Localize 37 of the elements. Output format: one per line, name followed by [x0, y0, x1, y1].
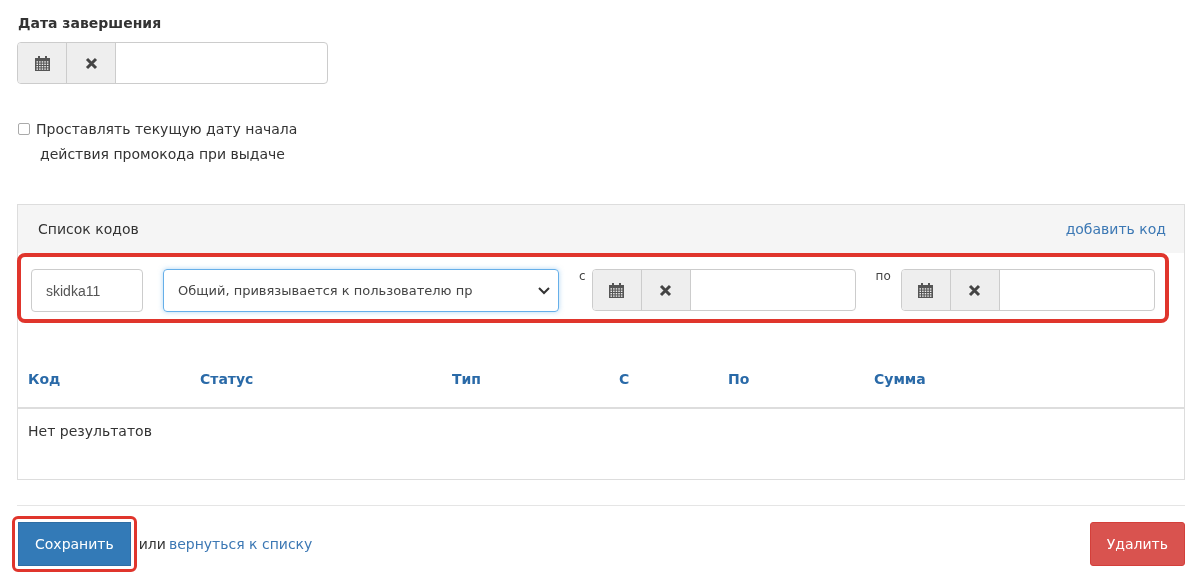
clear-button[interactable]	[67, 43, 116, 83]
checkbox-label: Проставлять текущую дату начала	[36, 120, 298, 139]
calendar-button[interactable]	[18, 43, 67, 83]
add-code-link[interactable]: добавить код	[1065, 221, 1166, 237]
field-label: Дата завершения	[18, 14, 163, 33]
column-header[interactable]: По	[728, 371, 874, 387]
delete-button[interactable]: Удалить	[1089, 522, 1185, 566]
calendar-button[interactable]	[901, 270, 951, 310]
code-input[interactable]: skidka11	[31, 269, 143, 312]
calendar-icon	[918, 282, 934, 298]
close-icon	[84, 56, 98, 70]
date-field[interactable]	[17, 42, 328, 84]
checkbox[interactable]	[18, 123, 30, 135]
panel-title: Список кодов	[38, 221, 139, 237]
empty-message: Нет результатов	[27, 422, 153, 441]
type-select[interactable]: Общий, привязывается к пользователю пр	[163, 269, 559, 312]
back-link[interactable]: вернуться к списку	[168, 536, 313, 552]
column-header[interactable]: Сумма	[874, 371, 1174, 387]
calendar-icon	[609, 282, 625, 298]
checkbox-label: действия промокода при выдаче	[40, 145, 286, 164]
from-label: с	[579, 269, 586, 283]
column-header[interactable]: Тип	[452, 371, 619, 387]
or-text: или	[138, 536, 166, 552]
date-field[interactable]	[900, 269, 1155, 311]
date-field[interactable]	[591, 269, 856, 311]
column-header[interactable]: Код	[28, 371, 200, 387]
column-header[interactable]: С	[619, 371, 728, 387]
clear-button[interactable]	[950, 270, 1000, 310]
column-header[interactable]: Статус	[200, 371, 452, 387]
save-button[interactable]: Сохранить	[18, 522, 131, 566]
calendar-icon	[34, 55, 50, 71]
clear-button[interactable]	[641, 270, 691, 310]
close-icon	[968, 283, 982, 297]
chevron-down-icon	[538, 286, 550, 295]
close-icon	[659, 283, 673, 297]
calendar-button[interactable]	[592, 270, 642, 310]
to-label: по	[875, 269, 891, 283]
